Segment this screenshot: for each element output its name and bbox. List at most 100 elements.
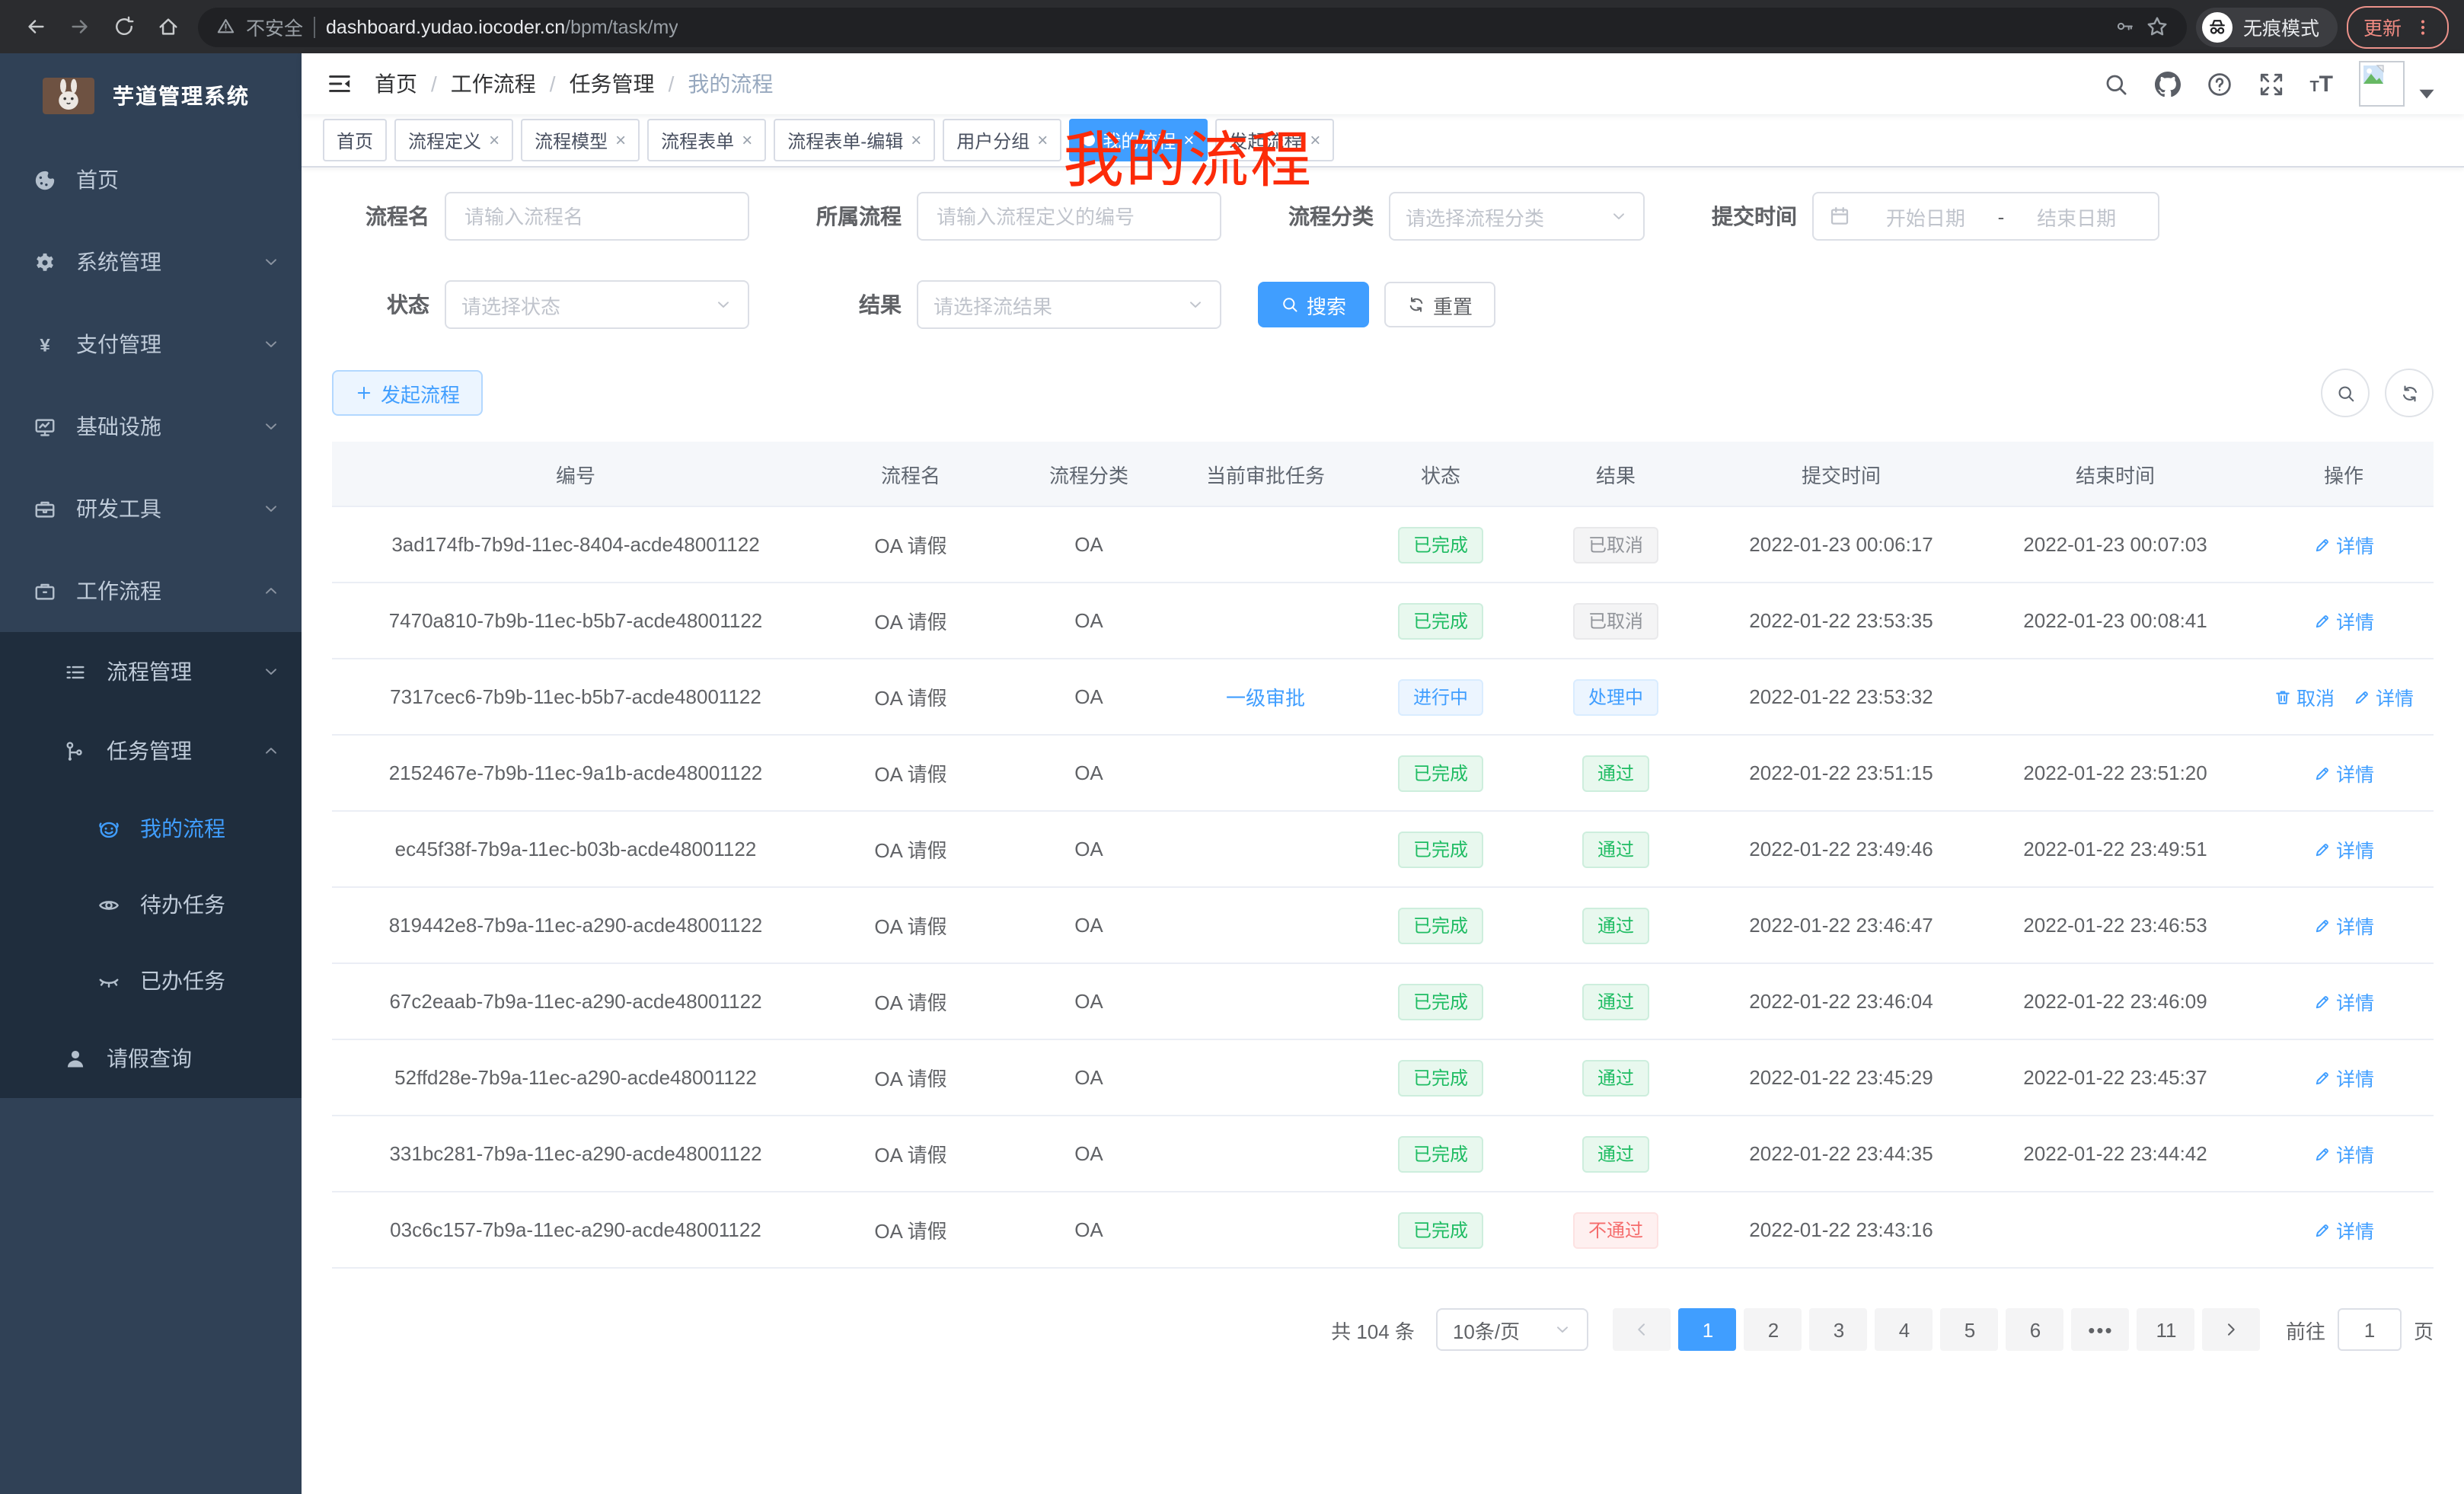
browser-menu-icon[interactable]	[2414, 18, 2432, 36]
page-size-select[interactable]: 10条/页	[1436, 1308, 1588, 1351]
app-logo[interactable]: 芋道管理系统	[0, 53, 302, 139]
close-icon[interactable]: ×	[615, 131, 626, 149]
close-icon[interactable]: ×	[1037, 131, 1048, 149]
help-icon[interactable]	[2206, 71, 2232, 97]
detail-link[interactable]: 详情	[2313, 987, 2374, 1016]
end-time: 2022-01-22 23:44:42	[1977, 1116, 2254, 1192]
sidebar-item-5[interactable]: 工作流程	[0, 550, 302, 632]
sidebar-item-4[interactable]: 研发工具	[0, 468, 302, 550]
column-header: 当前审批任务	[1176, 442, 1355, 506]
github-icon[interactable]	[2154, 71, 2180, 97]
sidebar-item-1[interactable]: 系统管理	[0, 221, 302, 303]
jump-page-input[interactable]	[2338, 1308, 2402, 1351]
page-button-1[interactable]: 1	[1679, 1308, 1737, 1351]
end-time: 2022-01-22 23:45:37	[1977, 1039, 2254, 1116]
detail-link[interactable]: 详情	[2313, 606, 2374, 635]
browser-home-icon[interactable]	[157, 15, 180, 38]
sidebar-item-0[interactable]: 首页	[0, 139, 302, 221]
page-button-5[interactable]: 5	[1941, 1308, 1999, 1351]
status-select[interactable]: 请选择状态	[445, 280, 749, 329]
tab-5[interactable]: 用户分组×	[943, 119, 1061, 161]
sidebar-item-label: 待办任务	[140, 889, 225, 920]
sidebar-item-10[interactable]: 已办任务	[0, 943, 302, 1019]
detail-link[interactable]: 详情	[2313, 530, 2374, 559]
result-badge: 处理中	[1573, 678, 1658, 715]
submit-time: 2022-01-22 23:43:16	[1706, 1192, 1977, 1268]
detail-link[interactable]: 详情	[2313, 1139, 2374, 1168]
font-size-icon[interactable]: TT	[2309, 71, 2333, 97]
address-bar[interactable]: 不安全 dashboard.yudao.iocoder.cn/bpm/task/…	[198, 7, 2187, 46]
detail-link[interactable]: 详情	[2353, 682, 2414, 711]
breadcrumb-task[interactable]: 任务管理	[570, 69, 655, 99]
detail-link[interactable]: 详情	[2313, 835, 2374, 864]
password-key-icon[interactable]	[2116, 18, 2135, 37]
chevron-down-icon	[262, 335, 280, 353]
page-ellipsis[interactable]: •••	[2072, 1308, 2130, 1351]
sidebar-item-9[interactable]: 待办任务	[0, 867, 302, 943]
result-select[interactable]: 请选择流结果	[917, 280, 1221, 329]
eye-icon	[97, 893, 120, 916]
close-icon[interactable]: ×	[489, 131, 500, 149]
tab-1[interactable]: 流程定义×	[394, 119, 513, 161]
toggle-search-button[interactable]	[2321, 369, 2370, 417]
chevron-down-icon	[714, 295, 732, 314]
prev-page-button[interactable]	[1613, 1308, 1671, 1351]
search-button[interactable]: 搜索	[1258, 282, 1369, 327]
sidebar-item-2[interactable]: ¥支付管理	[0, 303, 302, 385]
close-icon[interactable]: ×	[911, 131, 921, 149]
page-button-6[interactable]: 6	[2006, 1308, 2064, 1351]
page-button-4[interactable]: 4	[1875, 1308, 1933, 1351]
detail-link[interactable]: 详情	[2313, 758, 2374, 787]
tab-label: 流程模型	[535, 127, 608, 153]
edit-icon	[2313, 535, 2332, 554]
refresh-table-button[interactable]	[2385, 369, 2434, 417]
tab-4[interactable]: 流程表单-编辑×	[774, 119, 935, 161]
detail-link[interactable]: 详情	[2313, 1063, 2374, 1092]
detail-link[interactable]: 详情	[2313, 911, 2374, 940]
status-badge: 进行中	[1398, 678, 1483, 715]
category-select[interactable]: 请选择流程分类	[1389, 192, 1645, 241]
cancel-link[interactable]: 取消	[2274, 682, 2335, 711]
tab-3[interactable]: 流程表单×	[647, 119, 766, 161]
process-id: 7470a810-7b9b-11ec-b5b7-acde48001122	[332, 583, 819, 659]
process-name: OA 请假	[819, 1116, 1002, 1192]
process-name-input[interactable]	[445, 192, 749, 241]
page-button-3[interactable]: 3	[1810, 1308, 1868, 1351]
page-button-2[interactable]: 2	[1744, 1308, 1802, 1351]
sidebar-item-6[interactable]: 流程管理	[0, 632, 302, 711]
header-search-icon[interactable]	[2102, 71, 2128, 97]
browser-forward-icon[interactable]	[69, 15, 91, 38]
sidebar-item-label: 支付管理	[76, 329, 161, 359]
tab-2[interactable]: 流程模型 ×	[521, 119, 640, 161]
reset-button[interactable]: 重置	[1384, 282, 1495, 327]
start-process-button[interactable]: 发起流程	[332, 370, 483, 416]
page-button-11[interactable]: 11	[2137, 1308, 2195, 1351]
sidebar-item-label: 我的流程	[140, 813, 225, 844]
current-task-link[interactable]: 一级审批	[1226, 687, 1305, 710]
breadcrumb-home[interactable]: 首页	[375, 69, 417, 99]
close-icon[interactable]: ×	[742, 131, 752, 149]
fullscreen-icon[interactable]	[2258, 71, 2284, 97]
detail-link[interactable]: 详情	[2313, 1215, 2374, 1244]
filter-result-label: 结果	[786, 289, 902, 320]
chevron-down-icon	[262, 662, 280, 681]
browser-update-button[interactable]: 更新	[2347, 5, 2449, 48]
bookmark-star-icon[interactable]	[2146, 15, 2169, 38]
process-table: 编号流程名流程分类当前审批任务状态结果提交时间结束时间操作 3ad174fb-7…	[332, 442, 2434, 1269]
submit-time-range-picker[interactable]: 开始日期 - 结束日期	[1812, 192, 2159, 241]
user-avatar[interactable]	[2359, 61, 2440, 107]
sidebar-item-11[interactable]: 请假查询	[0, 1019, 302, 1098]
sidebar-item-8[interactable]: 我的流程	[0, 790, 302, 867]
sidebar-item-3[interactable]: 基础设施	[0, 385, 302, 468]
process-category: OA	[1002, 811, 1176, 887]
process-name: OA 请假	[819, 659, 1002, 735]
table-row: 2152467e-7b9b-11ec-9a1b-acde48001122OA 请…	[332, 735, 2434, 811]
browser-reload-icon[interactable]	[113, 15, 136, 38]
next-page-button[interactable]	[2203, 1308, 2261, 1351]
sidebar-item-7[interactable]: 任务管理	[0, 711, 302, 790]
breadcrumb-workflow[interactable]: 工作流程	[451, 69, 536, 99]
sidebar-toggle-icon[interactable]	[326, 70, 353, 97]
column-header: 结束时间	[1977, 442, 2254, 506]
browser-back-icon[interactable]	[24, 15, 47, 38]
tab-0[interactable]: 首页	[323, 119, 387, 161]
